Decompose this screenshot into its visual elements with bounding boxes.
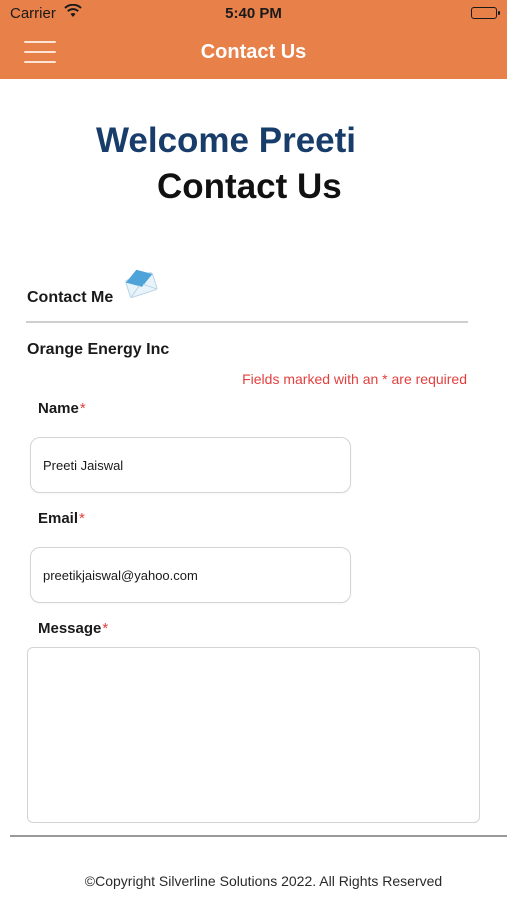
email-label-text: Email (38, 510, 79, 527)
message-label: Message* (38, 620, 108, 637)
required-fields-note: Fields marked with an * are required (242, 371, 467, 387)
envelope-icon (125, 269, 158, 299)
email-field[interactable] (30, 547, 351, 603)
required-marker: * (79, 400, 86, 417)
page-title: Contact Us (157, 167, 342, 206)
required-marker: * (79, 510, 85, 527)
message-field[interactable] (27, 647, 480, 823)
header-title: Contact Us (200, 41, 307, 63)
name-label: Name* (38, 400, 86, 417)
battery-icon (471, 7, 500, 19)
section-divider (26, 321, 468, 323)
app-header: Carrier 5:40 PM Contact Us (0, 0, 507, 79)
contact-me-heading: Contact Me (27, 289, 114, 306)
name-label-text: Name (38, 400, 79, 417)
welcome-greeting: Welcome Preeti (96, 121, 357, 160)
name-field[interactable] (30, 437, 351, 493)
company-name: Orange Energy Inc (27, 341, 170, 358)
status-bar: Carrier 5:40 PM (0, 0, 507, 28)
footer-divider (10, 835, 507, 837)
message-label-text: Message (38, 620, 102, 637)
email-label: Email* (38, 510, 85, 527)
status-time: 5:40 PM (225, 5, 282, 22)
required-marker: * (102, 620, 109, 637)
copyright-text: ©Copyright Silverline Solutions 2022. Al… (84, 873, 443, 889)
